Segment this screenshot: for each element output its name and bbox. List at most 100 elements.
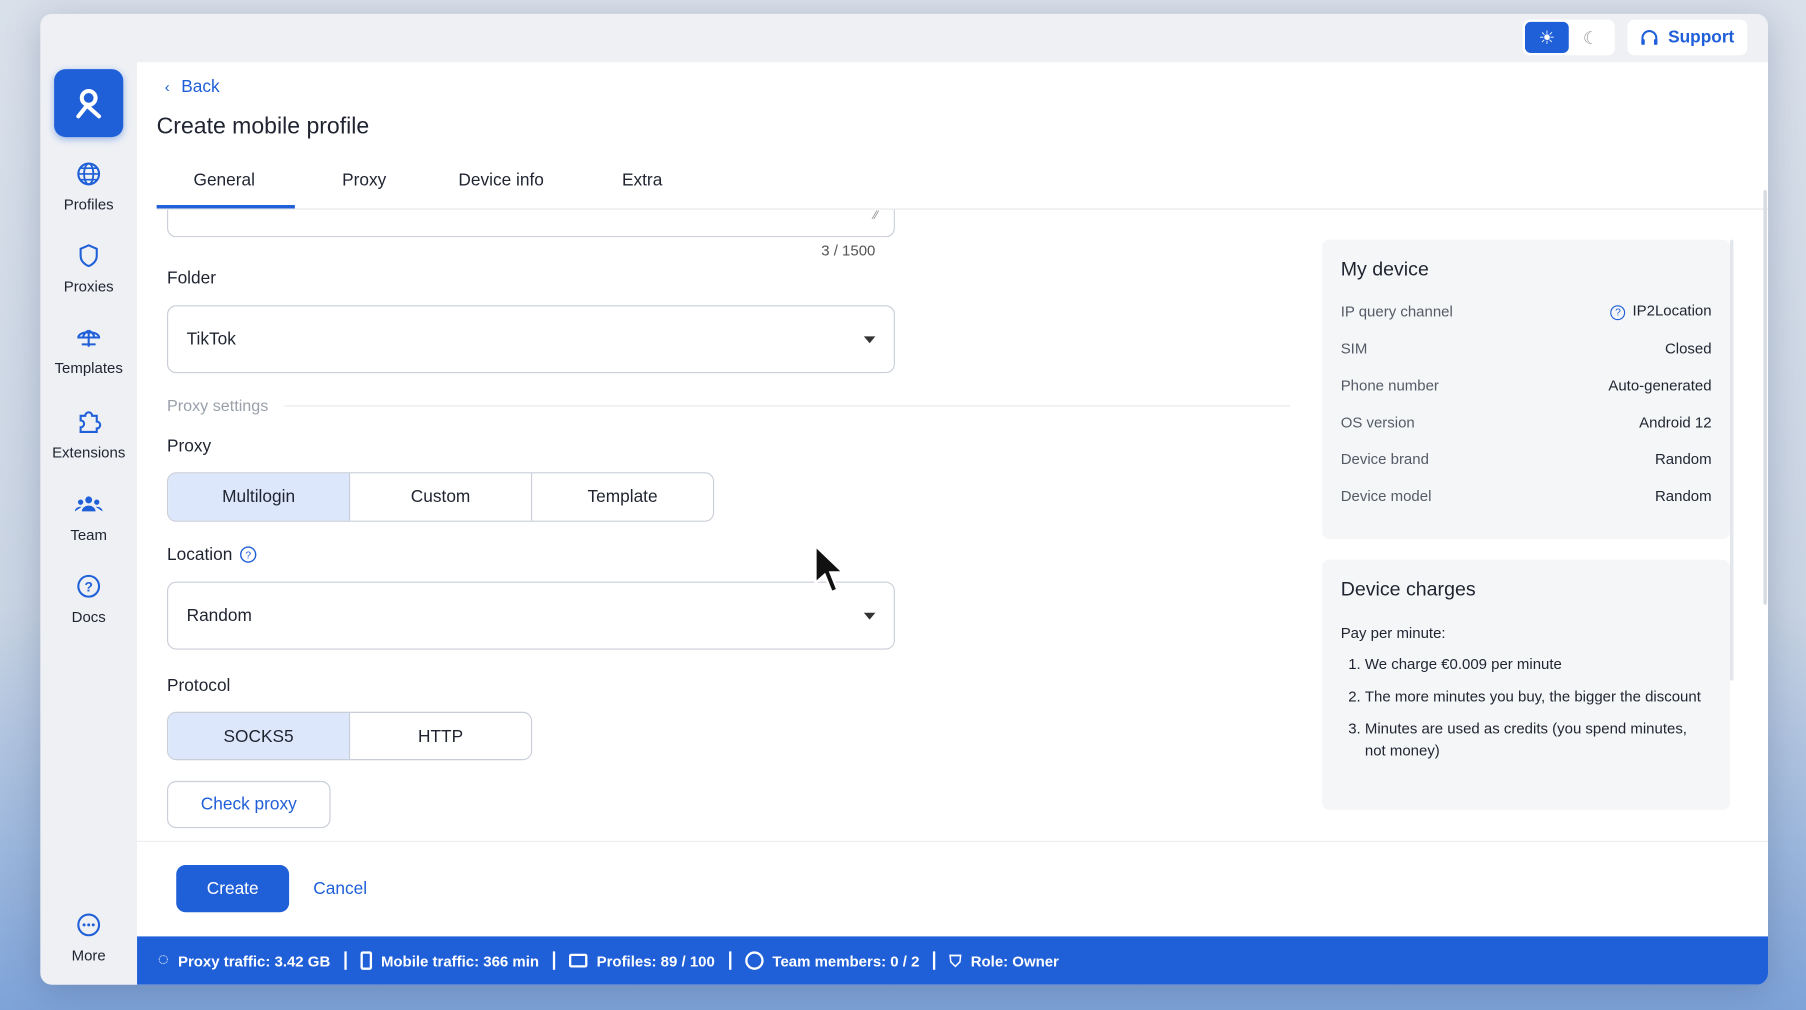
profiles-count: Profiles: 89 / 100 (568, 951, 715, 970)
proxy-settings-heading: Proxy settings (167, 396, 269, 415)
device-info-key: Device brand (1340, 449, 1429, 468)
sidebar-item-proxies[interactable]: Proxies (40, 243, 137, 295)
create-button[interactable]: Create (176, 865, 290, 913)
theme-toggle[interactable]: ☀ ☾ (1522, 19, 1615, 56)
device-info-key: IP query channel (1340, 302, 1453, 320)
resize-handle-icon[interactable]: ⁄⁄ (874, 210, 878, 223)
help-icon[interactable]: ? (1610, 304, 1626, 320)
notes-counter: 3 / 1500 (821, 241, 876, 260)
back-label: Back (181, 77, 220, 97)
main-scrollbar[interactable] (1763, 190, 1767, 605)
actions-divider (137, 840, 1769, 842)
device-info-value: Random (1655, 487, 1712, 504)
role: ⛉ Role: Owner (949, 951, 1059, 971)
umbrella-icon (77, 329, 101, 347)
support-button[interactable]: Support (1627, 19, 1748, 56)
sidebar-label: More (71, 946, 106, 965)
side-scrollbar[interactable] (1730, 239, 1734, 681)
tab-device-info[interactable]: Device info (458, 170, 543, 190)
proxy-traffic-text: Proxy traffic: 3.42 GB (177, 951, 331, 970)
sidebar-label: Extensions (52, 443, 126, 461)
sidebar-item-profiles[interactable]: Profiles (40, 161, 137, 213)
app-window: Profiles Proxies Templates Extensions Te… (40, 13, 1769, 985)
device-info-value-text: IP2Location (1632, 302, 1712, 320)
chevron-down-icon (863, 335, 876, 343)
device-info-value-text: Random (1654, 449, 1712, 468)
sidebar-label: Proxies (63, 277, 114, 295)
proxy-option-custom[interactable]: Custom (348, 473, 531, 521)
proxy-traffic: ◌ Proxy traffic: 3.42 GB (158, 950, 330, 971)
dark-theme-icon[interactable]: ☾ (1569, 22, 1613, 53)
sidebar-item-more[interactable]: More (40, 912, 137, 964)
cancel-button[interactable]: Cancel (313, 879, 367, 899)
profiles-text: Profiles: 89 / 100 (596, 951, 715, 970)
proxy-type-segmented[interactable]: Multilogin Custom Template (167, 472, 715, 522)
main-panel: ‹ Back Create mobile profile General Prox… (137, 62, 1769, 937)
charges-intro: Pay per minute: (1340, 624, 1446, 642)
folder-value: TikTok (186, 329, 236, 349)
sidebar-item-templates[interactable]: Templates (40, 325, 137, 377)
location-label-group: Location? (167, 545, 257, 564)
device-info-value: Random (1655, 450, 1712, 467)
protocol-option-http[interactable]: HTTP (348, 712, 531, 760)
back-link[interactable]: ‹ Back (165, 77, 220, 97)
folder-label: Folder (167, 268, 216, 288)
light-theme-icon[interactable]: ☀ (1524, 21, 1569, 53)
support-label: Support (1668, 27, 1735, 48)
device-info-row: Device brand Random (1341, 440, 1712, 477)
folder-select[interactable]: TikTok (167, 305, 895, 374)
charges-item: The more minutes you buy, the bigger the… (1365, 685, 1712, 707)
tab-extra[interactable]: Extra (622, 170, 662, 190)
page-title: Create mobile profile (156, 114, 370, 140)
refresh-icon: ◌ (157, 950, 169, 970)
help-icon[interactable]: ? (239, 546, 257, 563)
puzzle-icon (79, 411, 102, 433)
device-info-key: Phone number (1340, 376, 1439, 394)
folder-icon (568, 953, 588, 968)
device-info-value-text: Android 12 (1639, 412, 1712, 431)
svg-text:?: ? (84, 578, 92, 594)
device-info-row: SIM Closed (1341, 329, 1712, 366)
sidebar-item-extensions[interactable]: Extensions (40, 409, 137, 461)
charges-item: Minutes are used as credits (you spend m… (1365, 718, 1712, 762)
location-select[interactable]: Random (167, 581, 895, 650)
sidebar-item-team[interactable]: Team (40, 492, 137, 544)
charges-item: We charge €0.009 per minute (1365, 653, 1712, 675)
more-icon (77, 913, 101, 937)
app-logo[interactable] (54, 69, 124, 138)
sidebar-label: Profiles (63, 195, 114, 214)
proxy-option-template[interactable]: Template (530, 473, 713, 521)
device-info-row: Phone number Auto-generated (1341, 366, 1712, 403)
device-charges-title: Device charges (1340, 578, 1476, 601)
chevron-left-icon: ‹ (164, 78, 170, 96)
device-info-row: IP query channel? IP2Location (1341, 293, 1712, 330)
tab-general[interactable]: General (194, 170, 255, 190)
device-info-key: Device model (1340, 486, 1432, 504)
check-proxy-button[interactable]: Check proxy (167, 780, 331, 829)
phone-icon (360, 951, 372, 970)
svg-text:?: ? (245, 551, 251, 562)
sidebar-label: Team (70, 526, 107, 544)
team-members: Team members: 0 / 2 (744, 951, 920, 970)
badge-icon: ⛉ (949, 950, 962, 970)
device-charges-card: Device charges Pay per minute: We charge… (1322, 559, 1731, 810)
proxy-option-multilogin[interactable]: Multilogin (168, 473, 349, 521)
sidebar-item-docs[interactable]: ? Docs (40, 574, 137, 625)
device-info-value-text: Closed (1664, 339, 1712, 357)
protocol-option-socks5[interactable]: SOCKS5 (168, 712, 349, 760)
my-device-title: My device (1340, 258, 1429, 280)
mobile-traffic: Mobile traffic: 366 min (360, 951, 539, 970)
device-info-value: Auto-generated (1608, 376, 1711, 393)
chevron-down-icon (863, 612, 876, 620)
protocol-label: Protocol (167, 676, 231, 696)
protocol-segmented[interactable]: SOCKS5 HTTP (167, 711, 533, 761)
tab-proxy[interactable]: Proxy (342, 170, 386, 190)
mouse-cursor-icon (814, 543, 846, 594)
device-info-value: ? IP2Location (1610, 302, 1712, 320)
device-info-value: Closed (1665, 339, 1712, 356)
charges-list: We charge €0.009 per minute The more minu… (1341, 653, 1712, 761)
device-info-row: Device model Random (1341, 477, 1712, 514)
notes-textarea[interactable]: ⁄⁄ (167, 209, 895, 238)
team-text: Team members: 0 / 2 (772, 951, 920, 970)
logo-icon (76, 88, 102, 118)
